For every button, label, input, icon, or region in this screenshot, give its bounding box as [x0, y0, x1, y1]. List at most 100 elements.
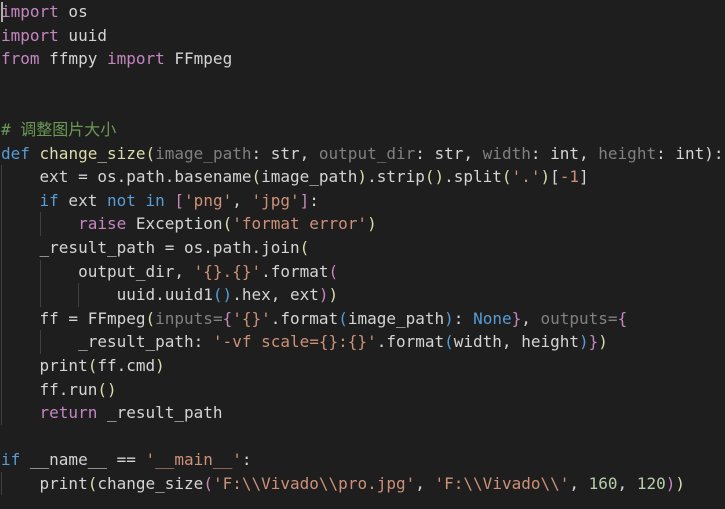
code-token: ( — [251, 167, 262, 187]
code-token: ( — [203, 473, 213, 493]
code-token: '{}.{}' — [193, 261, 262, 281]
indent-guide — [39, 330, 41, 354]
code-token: ( — [87, 473, 98, 493]
indent-guide — [1, 377, 2, 402]
code-line[interactable]: if ext not in ['png', 'jpg']: — [0, 188, 725, 213]
code-line[interactable]: def change_size(image_path: str, output_… — [0, 142, 725, 166]
code-token: : int): — [656, 143, 724, 163]
code-token: import — [106, 49, 165, 69]
code-token: ff.cmd — [97, 355, 156, 375]
code-token: 'png' — [184, 190, 233, 210]
code-token: ( — [328, 261, 339, 281]
code-line[interactable]: import os — [0, 0, 725, 24]
code-token: ) — [357, 167, 368, 187]
code-token: , — [521, 308, 541, 328]
code-token: 160 — [588, 473, 618, 493]
code-token: ] — [299, 190, 310, 210]
code-token: ) — [675, 473, 685, 493]
code-line[interactable]: # 调整图片大小 — [0, 118, 725, 142]
code-line[interactable]: import uuid — [0, 24, 725, 48]
code-line[interactable] — [0, 425, 725, 449]
indent-guide — [39, 212, 41, 236]
code-line[interactable]: ff = FFmpeg(inputs={'{}'.format(image_pa… — [0, 306, 725, 331]
code-token: height — [598, 143, 657, 163]
code-line[interactable]: ff.run() — [0, 377, 725, 402]
indent-guide — [1, 306, 2, 331]
code-token: : — [453, 308, 474, 328]
code-token: raise — [78, 214, 127, 234]
code-token: change_size — [97, 473, 204, 493]
code-line[interactable]: print(change_size('F:\\Vivado\\pro.jpg',… — [0, 471, 725, 496]
code-token: ) — [579, 332, 589, 352]
code-token: ( — [444, 332, 454, 352]
code-token: ) — [155, 355, 165, 375]
code-token: ff.run — [39, 379, 98, 399]
indent-guide — [78, 283, 79, 307]
code-token: ) — [540, 167, 551, 187]
code-token: , — [415, 473, 435, 493]
code-token: 'F:\\Vivado\\pro.jpg' — [212, 473, 416, 493]
code-token: : — [309, 190, 319, 210]
code-token: , — [569, 473, 589, 493]
code-token: .strip — [367, 167, 425, 187]
indent-guide — [39, 283, 41, 307]
code-token: Exception — [126, 214, 223, 234]
indent-guide — [1, 188, 2, 213]
code-line[interactable]: raise Exception('format error') — [0, 212, 725, 236]
code-token: ( — [145, 308, 156, 328]
code-token: .hex, ext — [232, 285, 319, 305]
code-line[interactable]: _result_path = os.path.join( — [0, 235, 725, 260]
code-token: _result_path — [97, 403, 223, 423]
code-token: image_path — [261, 167, 358, 187]
code-line[interactable]: return _result_path — [0, 401, 725, 425]
code-token: , — [232, 190, 252, 210]
code-token: uuid — [58, 25, 107, 45]
code-token: _result_path: — [78, 332, 213, 352]
code-token: change_size — [29, 143, 146, 163]
code-token: width, height — [453, 332, 579, 352]
code-line[interactable] — [0, 71, 725, 95]
code-line[interactable]: ext = os.path.basename(image_path).strip… — [0, 165, 725, 189]
code-token: 'format error' — [232, 214, 368, 234]
code-token: ) — [318, 285, 329, 305]
code-token: .format — [270, 308, 339, 328]
code-token: -1 — [559, 167, 580, 187]
code-token: inputs= — [155, 308, 223, 328]
code-token: uuid.uuid1 — [116, 285, 213, 305]
code-line[interactable]: if __name__ == '__main__': — [0, 448, 725, 472]
code-token: FFmpeg — [164, 49, 233, 69]
code-line[interactable] — [0, 94, 725, 118]
code-token: width — [482, 143, 531, 163]
code-token: ( — [299, 237, 310, 257]
code-token: ( — [501, 167, 512, 187]
code-token: '.' — [511, 167, 541, 187]
code-token: .split — [444, 167, 502, 187]
code-token: : int, — [530, 143, 599, 163]
code-token: '__main__' — [145, 450, 242, 470]
code-token: os — [58, 2, 88, 21]
code-line[interactable]: print(ff.cmd) — [0, 353, 725, 378]
code-token: 'jpg' — [251, 190, 300, 210]
code-token: ext = os.path.basename — [39, 167, 252, 187]
code-line[interactable]: uuid.uuid1().hex, ext)) — [0, 283, 725, 307]
code-token: .format — [376, 332, 445, 352]
code-token: import — [1, 2, 59, 21]
code-token: [ — [550, 167, 560, 187]
code-token: [ — [174, 190, 185, 210]
code-line[interactable]: output_dir, '{}.{}'.format( — [0, 259, 725, 284]
code-token: : — [241, 450, 252, 470]
code-line[interactable]: from ffmpy import FFmpeg — [0, 47, 725, 71]
code-line[interactable]: _result_path: '-vf scale={}:{}'.format(w… — [0, 330, 725, 354]
indent-guide — [1, 259, 2, 284]
code-token: return — [39, 403, 98, 423]
indent-guide — [1, 283, 2, 307]
code-token: if — [1, 450, 21, 470]
code-editor[interactable]: import os import uuid from ffmpy import FF… — [0, 0, 725, 509]
code-token: .format — [261, 261, 329, 281]
